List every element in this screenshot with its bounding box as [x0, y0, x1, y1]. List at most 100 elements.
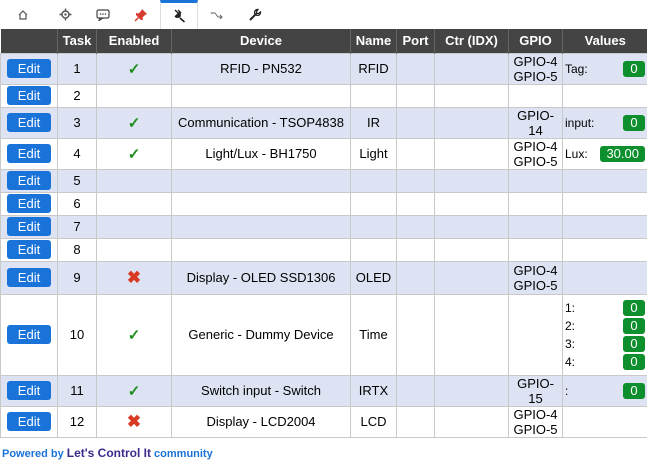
nav-tab-home[interactable]: [0, 0, 46, 29]
value-badge: 0: [623, 317, 645, 334]
gpio-cell: GPIO-15: [508, 374, 563, 407]
gpio-cell: GPIO-14: [508, 106, 563, 139]
edit-cell: Edit: [0, 52, 58, 85]
edit-button[interactable]: Edit: [7, 86, 51, 105]
task-name: [350, 237, 397, 262]
gpio-pin: GPIO-5: [513, 68, 558, 84]
footer-suffix: community: [150, 448, 213, 460]
footer-brand-link[interactable]: Let's Control It: [67, 446, 151, 460]
table-row: Edit 8: [0, 237, 647, 262]
checkmark-icon: ✓: [127, 382, 141, 400]
nav-tab-hardware[interactable]: [122, 0, 160, 29]
gpio-pin: GPIO-4: [513, 138, 558, 154]
values-cell: [562, 191, 647, 216]
edit-button[interactable]: Edit: [7, 194, 51, 213]
table-row: Edit 4 ✓ Light/Lux - BH1750 Light GPIO-4 GPIO-…: [0, 137, 647, 170]
enabled-cell: ✓: [96, 137, 172, 170]
table-row: Edit 12 ✖ Display - LCD2004 LCD GPIO-4 GPIO-5: [0, 405, 647, 438]
port-cell: [396, 168, 435, 193]
device-name: Display - OLED SSD1306: [171, 260, 351, 295]
edit-cell: Edit: [0, 214, 58, 239]
gpio-cell: [508, 191, 563, 216]
gpio-cell: GPIO-4 GPIO-5: [508, 405, 563, 438]
nav-tab-tools[interactable]: [236, 0, 274, 29]
enabled-cell: [96, 214, 172, 239]
ctr-idx-cell: [434, 106, 509, 139]
device-name: Generic - Dummy Device: [171, 293, 351, 376]
gpio-pin: GPIO-5: [513, 421, 558, 437]
task-name: IR: [350, 106, 397, 139]
edit-button[interactable]: Edit: [7, 144, 51, 163]
value-badge: 0: [623, 60, 645, 77]
edit-button[interactable]: Edit: [7, 268, 51, 287]
gpio-pin: GPIO-5: [513, 153, 558, 169]
pin-icon: [134, 8, 147, 21]
gpio-cell: [508, 83, 563, 108]
ctr-idx-cell: [434, 214, 509, 239]
device-name: Display - LCD2004: [171, 405, 351, 438]
port-cell: [396, 137, 435, 170]
values-cell: [562, 260, 647, 295]
gpio-cell: [508, 237, 563, 262]
table-row: Edit 9 ✖ Display - OLED SSD1306 OLED GPIO-4 GP…: [0, 260, 647, 295]
edit-button[interactable]: Edit: [7, 113, 51, 132]
enabled-cell: ✖: [96, 260, 172, 295]
header-task: Task: [57, 29, 97, 53]
edit-button[interactable]: Edit: [7, 171, 51, 190]
port-cell: [396, 260, 435, 295]
port-cell: [396, 83, 435, 108]
enabled-cell: [96, 191, 172, 216]
edit-button[interactable]: Edit: [7, 412, 51, 431]
value-label: 1:: [565, 300, 576, 315]
gpio-pin: GPIO-15: [517, 375, 554, 406]
ctr-idx-cell: [434, 260, 509, 295]
value-label: Lux:: [565, 146, 588, 161]
ctr-idx-cell: [434, 137, 509, 170]
nav-tab-controllers[interactable]: [84, 0, 122, 29]
nav-tab-rules[interactable]: [198, 0, 236, 29]
value-line: 3: 0: [565, 335, 645, 353]
task-name: [350, 168, 397, 193]
cross-icon: ✖: [126, 411, 142, 431]
controller-icon: [96, 8, 110, 21]
enabled-cell: [96, 168, 172, 193]
table-row: Edit 10 ✓ Generic - Dummy Device Time 1: 0 2: 0 3…: [0, 293, 647, 376]
device-name: Light/Lux - BH1750: [171, 137, 351, 170]
enabled-cell: ✓: [96, 106, 172, 139]
device-name: [171, 83, 351, 108]
header-port: Port: [396, 29, 435, 53]
nav-tab-config[interactable]: [46, 0, 84, 29]
gpio-pin: GPIO-5: [513, 277, 558, 293]
port-cell: [396, 191, 435, 216]
value-label: Tag:: [565, 61, 588, 76]
edit-cell: Edit: [0, 168, 58, 193]
edit-button[interactable]: Edit: [7, 240, 51, 259]
task-name: Time: [350, 293, 397, 376]
ctr-idx-cell: [434, 83, 509, 108]
header-ctr-idx: Ctr (IDX): [434, 29, 509, 53]
task-number: 2: [57, 83, 97, 108]
header-device: Device: [171, 29, 351, 53]
port-cell: [396, 374, 435, 407]
footer-powered-by: Powered by: [2, 448, 67, 460]
table-row: Edit 3 ✓ Communication - TSOP4838 IR GPIO-14 i…: [0, 106, 647, 139]
ctr-idx-cell: [434, 374, 509, 407]
plug-icon: [174, 9, 186, 23]
value-line: input: 0: [565, 114, 645, 132]
edit-button[interactable]: Edit: [7, 217, 51, 236]
gear-icon: [59, 8, 71, 21]
values-cell: [562, 83, 647, 108]
value-badge: 0: [623, 299, 645, 316]
top-nav: [0, 0, 647, 29]
gpio-cell: [508, 168, 563, 193]
edit-button[interactable]: Edit: [7, 59, 51, 78]
edit-button[interactable]: Edit: [7, 381, 51, 400]
value-label: 3:: [565, 336, 576, 351]
task-name: [350, 83, 397, 108]
values-cell: [562, 214, 647, 239]
value-label: 2:: [565, 318, 576, 333]
gpio-pin: GPIO-14: [517, 107, 554, 138]
edit-button[interactable]: Edit: [7, 325, 51, 344]
nav-tab-devices[interactable]: [160, 0, 198, 29]
value-line: 4: 0: [565, 353, 645, 371]
